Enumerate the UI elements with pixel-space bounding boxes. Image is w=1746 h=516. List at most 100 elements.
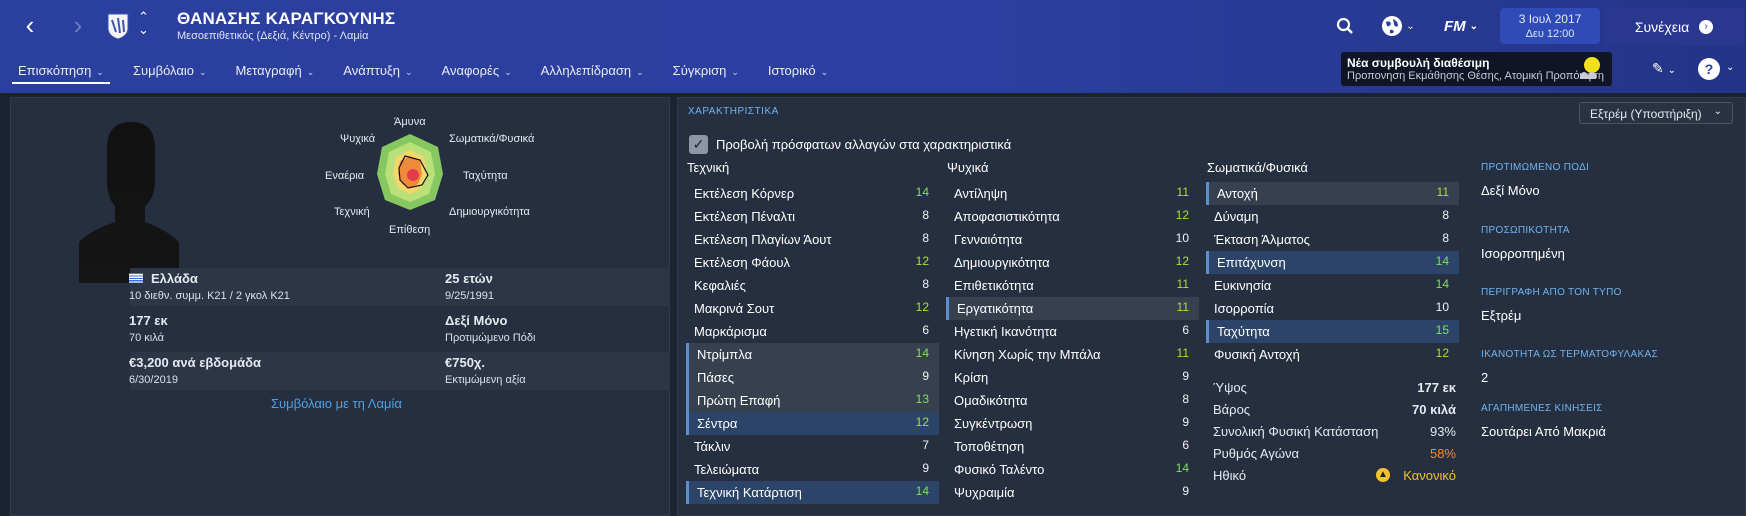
- attribute-value: 12: [915, 300, 929, 314]
- height-weight-info: 177 εκ 70 κιλά: [129, 313, 168, 344]
- attribute-name: Ομαδικότητα: [954, 393, 1028, 408]
- attribute-row: Ομαδικότητα 8: [946, 389, 1199, 412]
- attribute-row: Συγκέντρωση 9: [946, 412, 1199, 435]
- attribute-value: 6: [1182, 438, 1189, 452]
- attribute-row: Τελειώματα 9: [686, 458, 939, 481]
- tab-interaction[interactable]: Αλληλεπίδραση ⌄: [535, 60, 650, 84]
- radar-label-mental: Ψυχικά: [340, 133, 376, 145]
- attribute-row: Ηγετική Ικανότητα 6: [946, 320, 1199, 343]
- attribute-value: 7: [922, 438, 929, 452]
- attribute-value: 14: [915, 185, 929, 199]
- physical-attributes: Αντοχή 11 Δύναμη 8 Έκταση Άλματος 8 Επιτάχυνση…: [1206, 182, 1459, 366]
- side-personality: ΠΡΟΣΩΠΙΚΟΤΗΤΑ Ισορροπημένη: [1481, 225, 1570, 261]
- physical-info-value: 70 κιλά: [1412, 402, 1456, 417]
- back-icon[interactable]: ‹: [18, 12, 42, 38]
- chevron-down-icon: ⌄: [199, 67, 207, 77]
- attribute-value: 9: [1182, 415, 1189, 429]
- attribute-value: 9: [922, 369, 929, 383]
- contract-link[interactable]: Συμβόλαιο με τη Λαμία: [271, 396, 402, 411]
- attribute-row: Αποφασιστικότητα 12: [946, 205, 1199, 228]
- attribute-name: Αντοχή: [1217, 186, 1258, 201]
- attribute-value: 12: [1175, 254, 1189, 268]
- tab-development[interactable]: Ανάπτυξη ⌄: [337, 60, 418, 84]
- technical-attributes: Εκτέλεση Κόρνερ 14 Εκτέλεση Πέναλτι 8 Εκτέλε…: [686, 182, 939, 504]
- mental-header: Ψυχικά: [947, 160, 989, 175]
- attribute-row: Επιθετικότητα 11: [946, 274, 1199, 297]
- tab-transfer[interactable]: Μεταγραφή ⌄: [230, 60, 321, 84]
- attribute-value: 12: [915, 254, 929, 268]
- chevron-down-icon: ⌄: [731, 67, 739, 77]
- attribute-name: Ψυχραιμία: [954, 485, 1015, 500]
- tab-compare[interactable]: Σύγκριση ⌄: [667, 60, 745, 84]
- attribute-value: 13: [915, 392, 929, 406]
- attribute-row: Εκτέλεση Πέναλτι 8: [686, 205, 939, 228]
- tab-contract[interactable]: Συμβόλαιο ⌄: [127, 60, 213, 84]
- forward-icon[interactable]: ›: [66, 12, 90, 38]
- help-icon[interactable]: ?: [1698, 58, 1720, 80]
- physical-info-label: Βάρος: [1213, 402, 1251, 417]
- physical-info-value: 177 εκ: [1417, 380, 1456, 395]
- attribute-name: Κρίση: [954, 370, 989, 385]
- attribute-name: Πρώτη Επαφή: [697, 393, 781, 408]
- chevron-down-icon: ⌄: [504, 67, 512, 77]
- recent-changes-label: Προβολή πρόσφατων αλλαγών στα χαρακτηρισ…: [716, 137, 1012, 152]
- attribute-row: Μακρινά Σουτ 12: [686, 297, 939, 320]
- recent-changes-checkbox[interactable]: ✓: [689, 135, 708, 154]
- attribute-row: Πρώτη Επαφή 13: [686, 389, 939, 412]
- attribute-row: Αντοχή 11: [1206, 182, 1459, 205]
- attribute-value: 14: [915, 346, 929, 360]
- date-display[interactable]: 3 Ιουλ 2017 Δευ 12:00: [1500, 8, 1600, 44]
- role-dropdown[interactable]: Εξτρέμ (Υποστήριξη) ⌄: [1579, 102, 1733, 124]
- new-tip-notification[interactable]: Νέα συμβουλή διαθέσιμη Προπονηση Εκμάθησ…: [1341, 52, 1612, 86]
- attribute-name: Μαρκάρισμα: [694, 324, 767, 339]
- tab-overview[interactable]: Επισκόπηση ⌄: [12, 60, 110, 84]
- physical-info-label: Ρυθμός Αγώνα: [1213, 446, 1299, 461]
- chevron-down-icon: ⌄: [404, 67, 413, 77]
- globe-icon[interactable]: ⌄: [1376, 10, 1420, 42]
- side-foot: ΠΡΟΤΙΜΩΜΕΝΟ ΠΟΔΙ Δεξί Μόνο: [1481, 162, 1590, 198]
- attribute-name: Ταχύτητα: [1217, 324, 1270, 339]
- club-crest-icon: [107, 13, 129, 40]
- attribute-value: 11: [1176, 277, 1189, 291]
- attribute-value: 8: [922, 208, 929, 222]
- radar-label-aerial: Εναέρια: [325, 170, 365, 182]
- continue-button[interactable]: Συνέχεια ›: [1604, 8, 1744, 46]
- radar-label-speed: Ταχύτητα: [463, 170, 508, 182]
- physical-info: Ύψος 177 εκ Βάρος 70 κιλά Συνολική Φυσική Κα…: [1209, 377, 1462, 487]
- attribute-name: Μακρινά Σουτ: [694, 301, 775, 316]
- attribute-row: Κίνηση Χωρίς την Μπάλα 11: [946, 343, 1199, 366]
- search-icon[interactable]: [1332, 10, 1358, 42]
- physical-info-row: Συνολική Φυσική Κατάσταση 93%: [1209, 421, 1462, 443]
- fm-menu-button[interactable]: FM ⌄: [1437, 10, 1485, 42]
- physical-header: Σωματικά/Φυσικά: [1207, 160, 1308, 175]
- attribute-name: Σέντρα: [697, 416, 738, 431]
- age-info: 25 ετών 9/25/1991: [445, 271, 494, 302]
- edit-icon[interactable]: ✎ ⌄: [1652, 60, 1676, 77]
- attributes-section-title: ΧΑΡΑΚΤΗΡΙΣΤΙΚΑ: [688, 106, 779, 117]
- attribute-row: Φυσική Αντοχή 12: [1206, 343, 1459, 366]
- help-chevron-icon[interactable]: ⌄: [1726, 62, 1734, 73]
- tab-history[interactable]: Ιστορικό ⌄: [762, 60, 834, 84]
- attribute-name: Εκτέλεση Πλαγίων Άουτ: [694, 232, 832, 247]
- attribute-row: Αντίληψη 11: [946, 182, 1199, 205]
- morale-icon: ▲: [1376, 468, 1390, 482]
- attribute-row: Εκτέλεση Κόρνερ 14: [686, 182, 939, 205]
- attribute-row: Δημιουργικότητα 12: [946, 251, 1199, 274]
- tab-reports[interactable]: Αναφορές ⌄: [436, 60, 518, 84]
- attribute-row: Δύναμη 8: [1206, 205, 1459, 228]
- player-switch-icon[interactable]: ⌃ ⌄: [138, 10, 149, 36]
- attribute-value: 11: [1176, 300, 1189, 314]
- attribute-row: Τοποθέτηση 6: [946, 435, 1199, 458]
- current-date: 3 Ιουλ 2017: [1518, 12, 1582, 26]
- attribute-row: Σέντρα 12: [686, 412, 939, 435]
- physical-info-row: Ύψος 177 εκ: [1209, 377, 1462, 399]
- attribute-name: Πάσες: [697, 370, 734, 385]
- attribute-name: Φυσική Αντοχή: [1214, 347, 1300, 362]
- attribute-name: Εκτέλεση Φάουλ: [694, 255, 790, 270]
- attribute-value: 10: [1175, 231, 1189, 245]
- radar-label-attacking: Επίθεση: [389, 224, 431, 236]
- attribute-value: 14: [1435, 277, 1449, 291]
- attribute-value: 10: [1435, 300, 1449, 314]
- attribute-value: 9: [922, 461, 929, 475]
- attribute-name: Ντρίμπλα: [697, 347, 753, 362]
